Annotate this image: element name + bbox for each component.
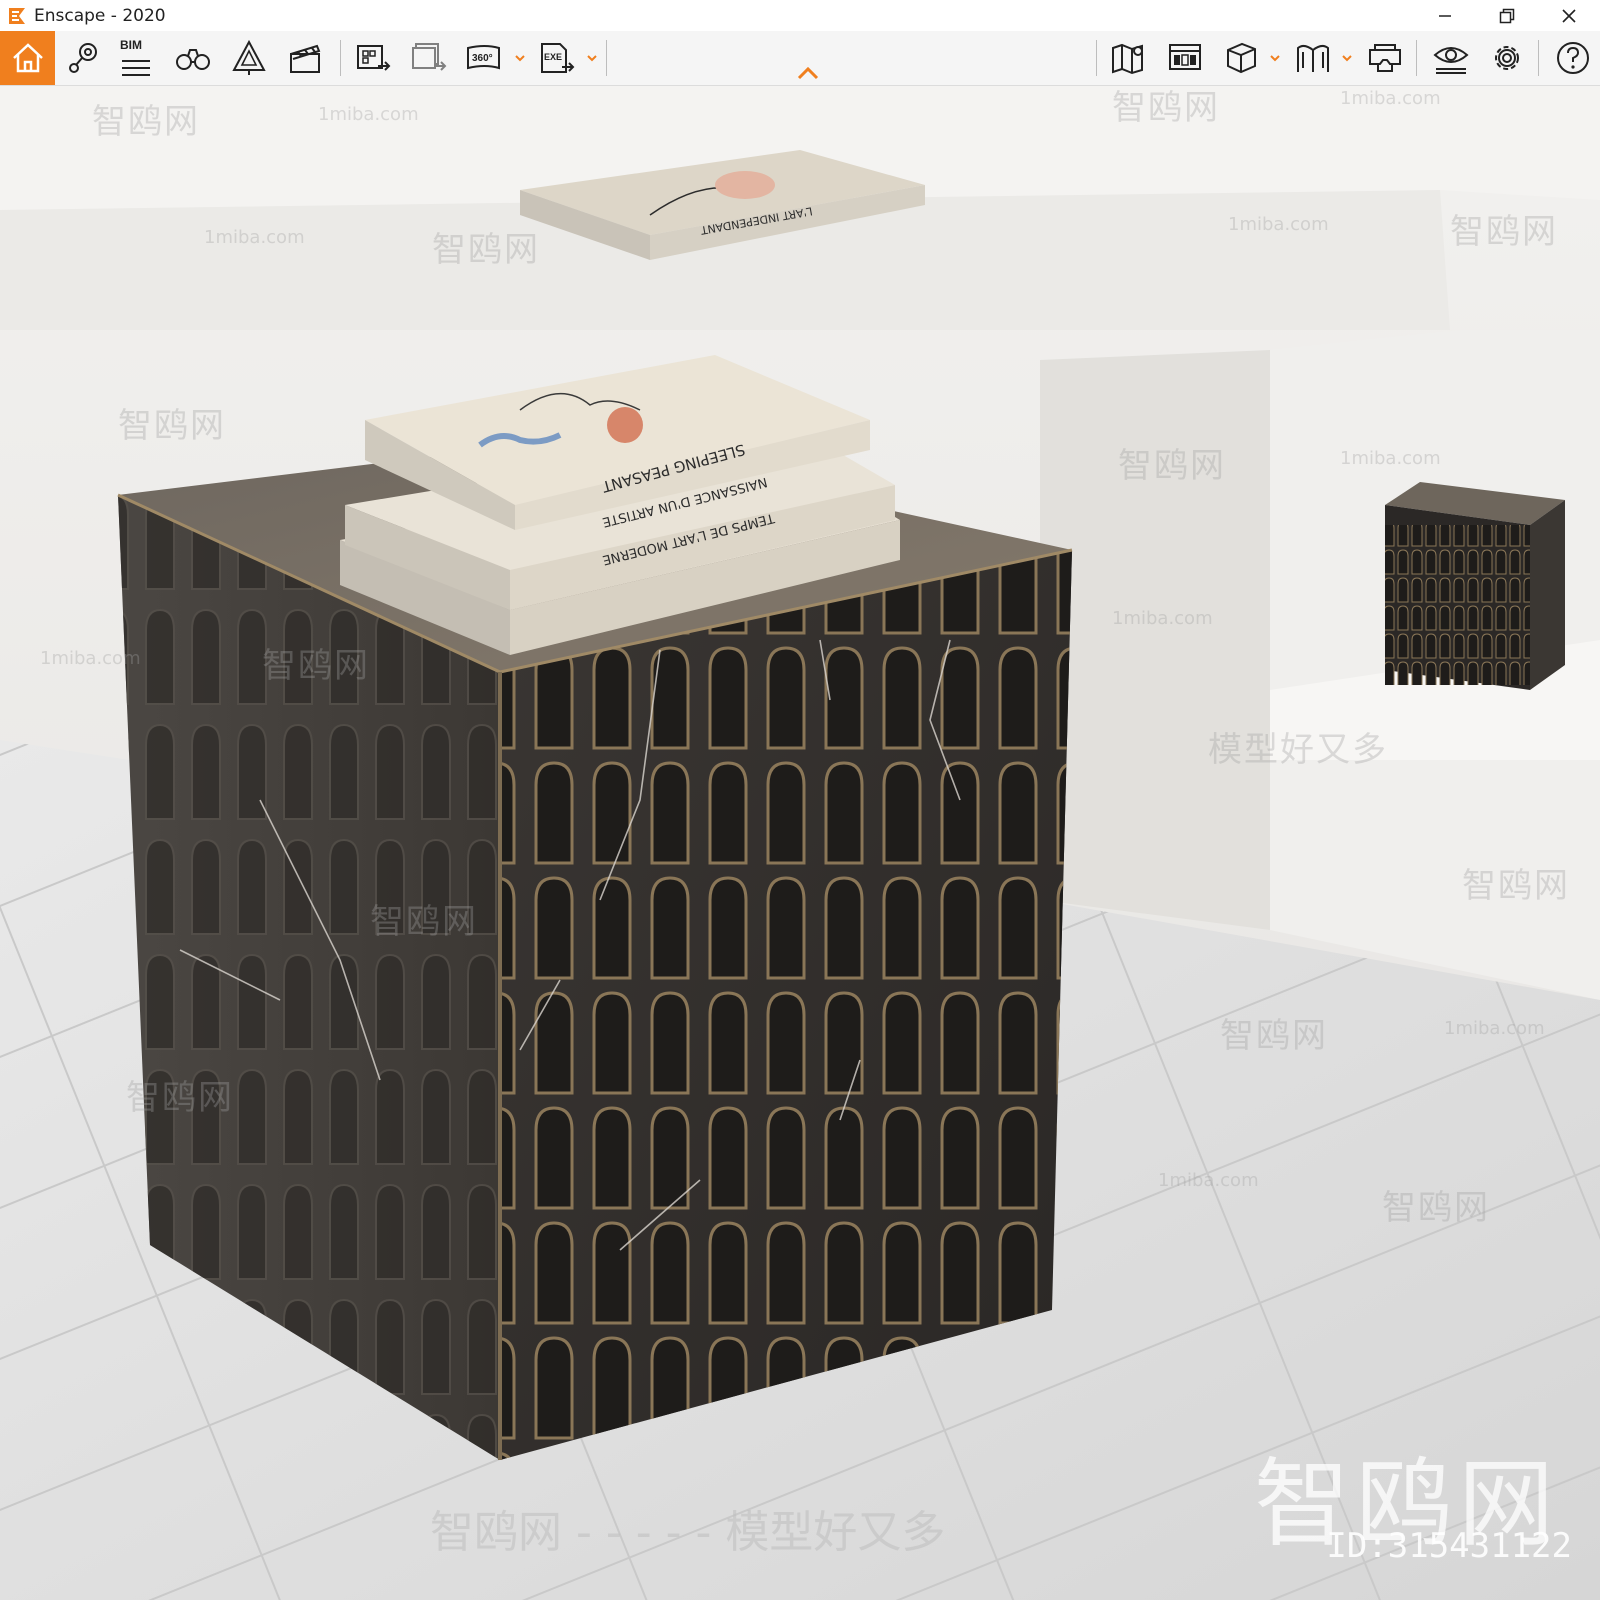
gear-icon (1495, 46, 1519, 70)
exe-export-button[interactable]: EXE (534, 31, 580, 85)
book-button[interactable] (1290, 31, 1336, 85)
minimize-icon (1439, 14, 1451, 17)
watermark-bottom: 智鸥网 - - - - - 模型好又多 (430, 1507, 946, 1558)
enscape-logo-icon (9, 7, 25, 24)
clapperboard-icon (290, 44, 321, 73)
restore-icon (1499, 8, 1515, 23)
chevron-down-icon[interactable] (586, 52, 598, 64)
binoculars-button[interactable] (170, 31, 216, 85)
cube-button[interactable] (1218, 31, 1264, 85)
minimize-button[interactable] (1414, 0, 1476, 31)
close-button[interactable] (1538, 0, 1600, 31)
asset-library-button[interactable] (226, 31, 272, 85)
batch-render-icon (357, 45, 391, 71)
watermark-site: 1miba.com (318, 104, 419, 125)
restore-button[interactable] (1476, 0, 1538, 31)
toolbar-separator (606, 40, 607, 76)
bim-label: BIM (120, 38, 142, 52)
book-icon (1297, 44, 1329, 72)
exe-label: EXE (544, 52, 562, 62)
eye-settings-icon (1433, 47, 1469, 74)
chevron-down-icon[interactable] (514, 52, 526, 64)
exe-export-icon: EXE (541, 43, 575, 73)
visual-settings-button[interactable] (1428, 31, 1474, 85)
location-pin-icon (69, 43, 97, 73)
toolbar-separator (1538, 40, 1539, 76)
watermark-brand: 智鸥网 (1450, 212, 1558, 252)
watermark-brand: 智鸥网 (262, 646, 370, 686)
toolbar-separator (340, 40, 341, 76)
watermark-brand: 智鸥网 (1112, 88, 1220, 128)
asset-tree-icon (232, 39, 266, 75)
render-image (0, 86, 1600, 1600)
binoculars-icon (176, 49, 210, 70)
panorama-360-icon: 360° (467, 45, 500, 70)
help-icon (1557, 42, 1589, 74)
export-batch-button[interactable] (406, 31, 452, 85)
bim-button[interactable]: BIM (114, 31, 158, 85)
vr-button[interactable] (1362, 31, 1408, 85)
watermark-brand: 智鸥网 (432, 230, 540, 270)
batch-render-button[interactable] (350, 31, 396, 85)
general-settings-button[interactable] (1484, 31, 1530, 85)
home-button[interactable] (0, 31, 55, 85)
bim-list-icon (122, 60, 150, 76)
panorama-button[interactable]: 360° (462, 31, 508, 85)
panorama-label: 360° (472, 53, 493, 64)
window-controls (1414, 0, 1600, 31)
watermark-id: ID:315431122 (1326, 1526, 1572, 1566)
watermark-site: 1miba.com (1158, 1170, 1259, 1191)
watermark-brand: 智鸥网 (1382, 1188, 1490, 1228)
material-editor-button[interactable] (1162, 31, 1208, 85)
render-viewport[interactable]: SLEEPING PEASANT NAISSANCE D'UN ARTISTE … (0, 86, 1600, 1600)
watermark-brand: 智鸥网 (1462, 866, 1570, 906)
chevron-down-icon[interactable] (1341, 52, 1353, 64)
watermark-brand: 智鸥网 (126, 1078, 234, 1118)
watermark-site: 1miba.com (40, 648, 141, 669)
view-management-button[interactable] (62, 31, 106, 85)
cube-icon (1227, 42, 1256, 74)
watermark-brand: 智鸥网 (430, 1507, 562, 1558)
help-button[interactable] (1550, 31, 1596, 85)
watermark-brand: 智鸥网 (1220, 1016, 1328, 1056)
collapse-toolbar-icon[interactable] (796, 64, 820, 82)
video-editor-button[interactable] (282, 31, 328, 85)
watermark-brand: 智鸥网 (92, 102, 200, 142)
watermark-site: 1miba.com (204, 227, 305, 248)
window-title: Enscape - 2020 (34, 5, 166, 26)
watermark-brand: 智鸥网 (118, 406, 226, 446)
close-icon (1562, 8, 1576, 23)
watermark-site: 1miba.com (1340, 448, 1441, 469)
chevron-down-icon[interactable] (1269, 52, 1281, 64)
toolbar-separator (1096, 40, 1097, 76)
watermark-slogan: 模型好又多 (725, 1507, 946, 1558)
title-bar: Enscape - 2020 (0, 0, 1600, 31)
watermark-brand: 智鸥网 (370, 902, 478, 942)
toolbar-separator (1416, 40, 1417, 76)
export-images-icon (412, 43, 447, 71)
watermark-brand: 智鸥网 (1118, 446, 1226, 486)
map-button[interactable] (1106, 31, 1152, 85)
watermark-site: 1miba.com (1228, 214, 1329, 235)
watermark-site: 1miba.com (1340, 88, 1441, 109)
material-editor-icon (1169, 44, 1201, 70)
watermark-site: 1miba.com (1112, 608, 1213, 629)
home-icon (12, 43, 43, 73)
watermark-site: 1miba.com (1444, 1018, 1545, 1039)
map-icon (1112, 43, 1143, 75)
vr-headset-icon (1369, 44, 1401, 72)
watermark-slogan: 模型好又多 (1208, 730, 1388, 770)
